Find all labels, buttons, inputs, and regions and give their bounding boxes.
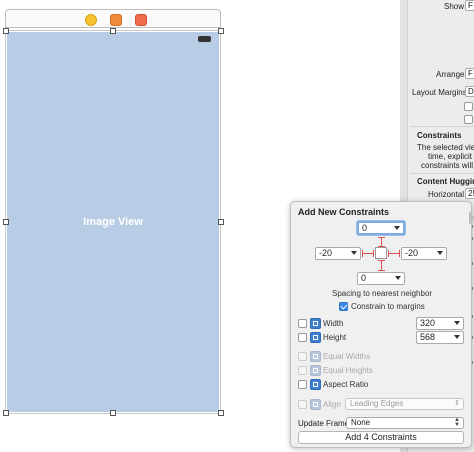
view-controller-scene[interactable]: Image View bbox=[5, 30, 221, 414]
left-spacing-field[interactable]: -20 bbox=[315, 247, 361, 260]
top-strut-cap bbox=[378, 237, 385, 238]
layout-margins-popup[interactable]: D bbox=[465, 86, 474, 97]
show-popup[interactable]: F bbox=[465, 0, 474, 11]
scene-dock bbox=[5, 9, 221, 28]
top-spacing-field[interactable]: 0 bbox=[357, 221, 405, 235]
inspector-separator bbox=[410, 126, 474, 127]
equal-widths-label: Equal Widths bbox=[323, 352, 371, 361]
chevron-down-icon[interactable] bbox=[351, 251, 357, 255]
horizontal-label: Horizontal bbox=[428, 190, 465, 199]
exit-icon[interactable] bbox=[135, 14, 147, 26]
left-strut-cap bbox=[373, 250, 374, 257]
align-checkbox bbox=[298, 400, 307, 409]
right-strut-cap bbox=[388, 250, 389, 257]
inspector-separator bbox=[410, 173, 474, 174]
right-spacing-field[interactable]: -20 bbox=[401, 247, 447, 260]
chevron-down-icon[interactable] bbox=[454, 321, 460, 325]
equal-heights-label: Equal Heights bbox=[323, 366, 373, 375]
view-controller-icon[interactable] bbox=[85, 14, 97, 26]
resize-handle-top-right[interactable] bbox=[218, 28, 224, 34]
constraints-text-1: The selected view bbox=[417, 143, 474, 152]
storyboard-canvas: Image View Show F Arrange F Layout Margi… bbox=[0, 0, 474, 452]
left-spacing-value: -20 bbox=[319, 248, 333, 258]
popover-arrow bbox=[469, 211, 474, 225]
chevron-down-icon[interactable] bbox=[395, 276, 401, 280]
update-frames-label: Update Frames bbox=[298, 419, 354, 428]
left-strut-cap bbox=[362, 250, 363, 257]
bottom-spacing-value: 0 bbox=[361, 273, 367, 283]
align-icon bbox=[310, 399, 321, 410]
equal-heights-checkbox bbox=[298, 366, 307, 375]
layout-margins-check-1[interactable] bbox=[464, 102, 473, 111]
updown-chevron-icon: ⇕ bbox=[454, 400, 460, 407]
right-spacing-value: -20 bbox=[405, 248, 419, 258]
constrain-margins-label: Constrain to margins bbox=[351, 302, 425, 311]
resize-handle-bottom-right[interactable] bbox=[218, 410, 224, 416]
width-icon bbox=[310, 318, 321, 329]
bottom-strut-cap bbox=[378, 260, 385, 261]
layout-margins-label: Layout Margins bbox=[412, 88, 467, 97]
horizontal-priority-field[interactable]: 25 bbox=[465, 188, 474, 199]
arrange-popup[interactable]: F bbox=[465, 68, 474, 79]
height-field[interactable]: 568 bbox=[416, 331, 464, 344]
spacing-label: Spacing to nearest neighbor bbox=[332, 289, 433, 298]
selected-view-box bbox=[375, 247, 387, 259]
height-checkbox[interactable] bbox=[298, 333, 307, 342]
bottom-strut-cap bbox=[378, 270, 385, 271]
bottom-spacing-field[interactable]: 0 bbox=[357, 272, 405, 285]
battery-icon bbox=[198, 36, 211, 42]
aspect-ratio-checkbox[interactable] bbox=[298, 380, 307, 389]
width-field[interactable]: 320 bbox=[416, 317, 464, 330]
height-icon bbox=[310, 332, 321, 343]
right-strut-cap bbox=[399, 250, 400, 257]
align-value: Leading Edges bbox=[350, 399, 404, 408]
height-label: Height bbox=[323, 333, 347, 342]
equal-heights-icon bbox=[310, 365, 321, 376]
add-constraints-button[interactable]: Add 4 Constraints bbox=[298, 431, 464, 444]
constrain-margins-checkbox[interactable] bbox=[339, 302, 348, 311]
chevron-down-icon[interactable] bbox=[437, 251, 443, 255]
width-value: 320 bbox=[420, 318, 436, 328]
content-hugging-heading: Content Hugging bbox=[417, 177, 474, 186]
updown-chevron-icon: ▲ ▼ bbox=[454, 417, 460, 428]
equal-widths-checkbox bbox=[298, 352, 307, 361]
width-label: Width bbox=[323, 319, 344, 328]
width-checkbox[interactable] bbox=[298, 319, 307, 328]
chevron-down-icon[interactable] bbox=[454, 335, 460, 339]
aspect-ratio-label: Aspect Ratio bbox=[323, 380, 369, 389]
update-frames-value: None bbox=[351, 418, 371, 427]
image-view[interactable]: Image View bbox=[7, 32, 219, 412]
popover-title: Add New Constraints bbox=[298, 207, 390, 217]
resize-handle-left[interactable] bbox=[3, 219, 9, 225]
height-value: 568 bbox=[420, 332, 436, 342]
layout-margins-check-2[interactable] bbox=[464, 115, 473, 124]
constraints-text-2: time, explicit bbox=[428, 152, 473, 161]
image-view-label: Image View bbox=[83, 216, 143, 228]
resize-handle-bottom[interactable] bbox=[110, 410, 116, 416]
align-label: Align bbox=[323, 400, 341, 409]
resize-handle-bottom-left[interactable] bbox=[3, 410, 9, 416]
align-popup: Leading Edges ⇕ bbox=[345, 398, 464, 410]
constraints-text-3: constraints will bbox=[421, 161, 474, 170]
resize-handle-right[interactable] bbox=[218, 219, 224, 225]
resize-handle-top[interactable] bbox=[110, 28, 116, 34]
arrange-label: Arrange bbox=[436, 70, 465, 79]
constraints-heading: Constraints bbox=[417, 131, 462, 140]
chevron-down-icon[interactable] bbox=[394, 226, 400, 230]
update-frames-popup[interactable]: None ▲ ▼ bbox=[346, 417, 464, 429]
resize-handle-top-left[interactable] bbox=[3, 28, 9, 34]
equal-widths-icon bbox=[310, 351, 321, 362]
show-label: Show bbox=[444, 2, 465, 11]
aspect-ratio-icon bbox=[310, 379, 321, 390]
top-spacing-value: 0 bbox=[362, 223, 368, 233]
first-responder-icon[interactable] bbox=[110, 14, 122, 26]
